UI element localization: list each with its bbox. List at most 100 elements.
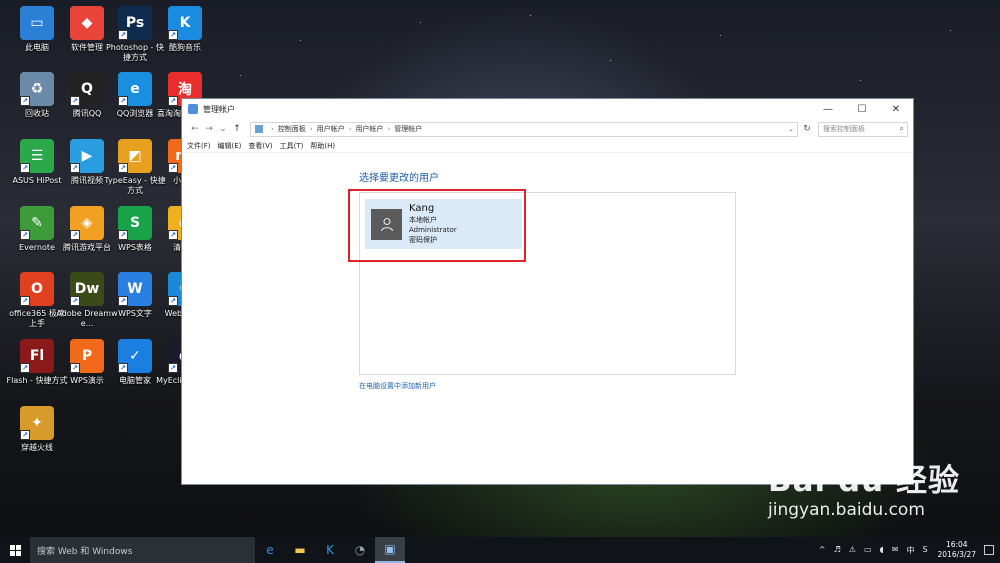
menu-edit[interactable]: 编辑(E) (218, 141, 242, 151)
shortcut-arrow-icon: ↗ (168, 363, 178, 373)
address-dropdown-icon[interactable]: ⌄ (785, 125, 797, 133)
desktop-shortcut[interactable]: K ↗ 酷狗音乐 (154, 6, 216, 53)
desktop-shortcut-label: 穿越火线 (21, 443, 53, 452)
search-icon[interactable]: ⌕ (900, 124, 904, 134)
dreamweaver-icon: Dw ↗ (70, 272, 104, 306)
shortcut-arrow-icon: ↗ (118, 296, 128, 306)
title-bar: 管理帐户 — ☐ ✕ (182, 99, 913, 119)
shortcut-arrow-icon: ↗ (118, 96, 128, 106)
forward-button[interactable]: → (202, 124, 216, 134)
menu-view[interactable]: 查看(V) (248, 141, 272, 151)
qq-icon: Q ↗ (70, 72, 104, 106)
browser-taskbar-icon[interactable]: ◔ (345, 537, 375, 563)
shortcut-arrow-icon: ↗ (70, 163, 80, 173)
kugou-taskbar-icon[interactable]: K (315, 537, 345, 563)
baidu-jingyan-watermark: Bai du 经验 jingyan.baidu.com (768, 455, 960, 520)
taskbar: 搜索 Web 和 Windows e ▬ K ◔ ▣ ^ ♬ ⚠ ▭ ◖ ✉ 中 S 16:04 20… (0, 537, 1000, 563)
recent-locations-button[interactable]: ⌄ (216, 124, 230, 134)
tray-icon[interactable]: ^ (819, 545, 826, 556)
recycle-bin-icon: ♻ ↗ (20, 72, 54, 106)
clock[interactable]: 16:04 2016/3/27 (938, 540, 976, 560)
shortcut-arrow-icon: ↗ (168, 163, 178, 173)
notification-center-icon[interactable] (984, 545, 994, 555)
shortcut-arrow-icon: ↗ (70, 96, 80, 106)
edge-icon[interactable]: e (255, 537, 285, 563)
back-button[interactable]: ← (188, 124, 202, 134)
refresh-button[interactable]: ↻ (800, 122, 814, 137)
wps-presentation-icon: P ↗ (70, 339, 104, 373)
start-button[interactable] (0, 537, 30, 563)
minimize-button[interactable]: — (811, 99, 845, 119)
tencent-video-icon: ▶ ↗ (70, 139, 104, 173)
clock-time: 16:04 (945, 540, 968, 549)
shortcut-arrow-icon: ↗ (20, 96, 30, 106)
windows-logo-icon (9, 544, 21, 556)
breadcrumb-separator: › (309, 125, 313, 133)
control-panel-icon (255, 125, 263, 133)
watermark-url: jingyan.baidu.com (768, 500, 925, 520)
clock-date: 2016/3/27 (937, 550, 976, 559)
desktop-shortcut[interactable]: ✦ ↗ 穿越火线 (6, 406, 68, 453)
breadcrumb-user-accounts-sub[interactable]: 用户帐户 (355, 124, 383, 134)
breadcrumb-manage-accounts[interactable]: 管理帐户 (394, 124, 422, 134)
tray-icon[interactable]: ◖ (880, 545, 884, 556)
flash-icon: Fl ↗ (20, 339, 54, 373)
shortcut-arrow-icon: ↗ (20, 230, 30, 240)
qq-browser-icon: e ↗ (118, 72, 152, 106)
photoshop-icon: Ps ↗ (118, 6, 152, 40)
menu-file[interactable]: 文件(F) (187, 141, 211, 151)
shortcut-arrow-icon: ↗ (20, 163, 30, 173)
shortcut-arrow-icon: ↗ (70, 363, 80, 373)
breadcrumb-separator: › (271, 125, 274, 133)
tray-icon[interactable]: S (922, 545, 927, 556)
add-new-user-link[interactable]: 在电脑设置中添加新用户 (359, 381, 436, 391)
watermark-logo: Bai du 经验 (768, 463, 961, 499)
typeeasy-icon: ◩ ↗ (118, 139, 152, 173)
asus-hipost-icon: ☰ ↗ (20, 139, 54, 173)
control-panel-taskbar-icon[interactable]: ▣ (375, 537, 405, 563)
menu-bar: 文件(F) 编辑(E) 查看(V) 工具(T) 帮助(H) (182, 139, 913, 153)
shortcut-arrow-icon: ↗ (168, 96, 178, 106)
kugou-icon: K ↗ (168, 6, 202, 40)
office365-icon: O ↗ (20, 272, 54, 306)
tray-icon[interactable]: ▭ (864, 545, 872, 556)
wps-sheets-icon: S ↗ (118, 206, 152, 240)
menu-help[interactable]: 帮助(H) (310, 141, 335, 151)
close-button[interactable]: ✕ (879, 99, 913, 119)
search-placeholder: 搜索控制面板 (823, 125, 865, 133)
maximize-button[interactable]: ☐ (845, 99, 879, 119)
computer-icon: ▭ (20, 6, 54, 40)
shortcut-arrow-icon: ↗ (168, 30, 178, 40)
menu-tools[interactable]: 工具(T) (280, 141, 304, 151)
shortcut-arrow-icon: ↗ (118, 230, 128, 240)
evernote-icon: ✎ ↗ (20, 206, 54, 240)
shortcut-arrow-icon: ↗ (70, 230, 80, 240)
shortcut-arrow-icon: ↗ (168, 296, 178, 306)
shortcut-arrow-icon: ↗ (168, 230, 178, 240)
breadcrumb-user-accounts[interactable]: 用户帐户 (317, 124, 345, 134)
tray-icon[interactable]: ⚠ (849, 545, 856, 556)
system-tray: ^ ♬ ⚠ ▭ ◖ ✉ 中 S 16:04 2016/3/27 (815, 537, 1000, 563)
address-bar[interactable]: › 控制面板 › 用户帐户 › 用户帐户 › 管理帐户 ⌄ (250, 121, 798, 137)
manage-accounts-window: 管理帐户 — ☐ ✕ ← → ⌄ ↑ › 控制面板 › 用户帐户 › 用户帐户 … (181, 98, 914, 485)
breadcrumb-separator: › (387, 125, 391, 133)
taskbar-apps: e ▬ K ◔ ▣ (255, 537, 405, 563)
page-title: 选择要更改的用户 (359, 173, 439, 184)
up-button[interactable]: ↑ (230, 124, 244, 134)
pc-manager-icon: ✓ ↗ (118, 339, 152, 373)
shortcut-arrow-icon: ↗ (20, 296, 30, 306)
file-explorer-icon[interactable]: ▬ (285, 537, 315, 563)
tray-icon[interactable]: ♬ (834, 545, 841, 556)
breadcrumb-control-panel[interactable]: 控制面板 (278, 124, 306, 134)
shortcut-arrow-icon: ↗ (70, 296, 80, 306)
shortcut-arrow-icon: ↗ (118, 30, 128, 40)
breadcrumb-separator: › (348, 125, 352, 133)
tray-icon[interactable]: ✉ (892, 545, 899, 556)
red-highlight-box (348, 189, 526, 262)
search-control-panel-input[interactable]: 搜索控制面板 ⌕ (818, 121, 908, 137)
desktop-shortcut-label: 酷狗音乐 (169, 43, 201, 52)
software-manager-icon: ◆ (70, 6, 104, 40)
taskbar-search-input[interactable]: 搜索 Web 和 Windows (30, 537, 255, 563)
tray-icon[interactable]: 中 (906, 545, 914, 556)
window-title: 管理帐户 (203, 104, 235, 114)
